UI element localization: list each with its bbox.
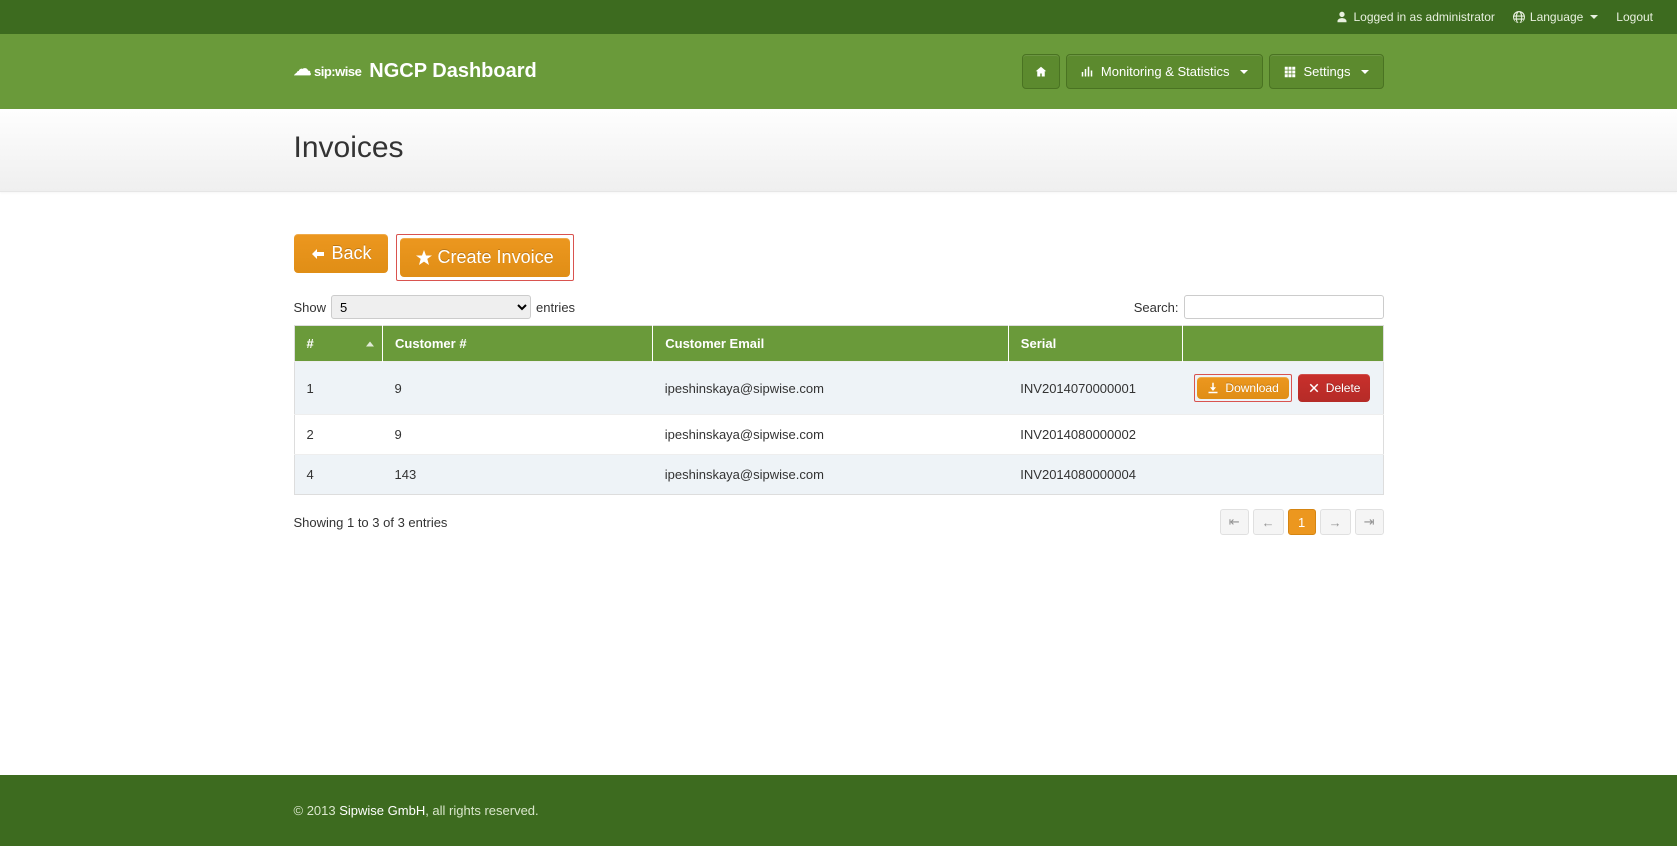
page-title: Invoices	[294, 131, 1384, 165]
cell-email: ipeshinskaya@sipwise.com	[653, 415, 1009, 455]
cell-customer: 9	[383, 415, 653, 455]
topbar: Logged in as administrator Language Logo…	[0, 0, 1677, 34]
footer-company-link[interactable]: Sipwise GmbH	[339, 803, 425, 818]
cell-actions	[1182, 455, 1383, 495]
table-header-row: # Customer # Customer Email Serial	[294, 326, 1383, 362]
grid-icon	[1284, 66, 1296, 78]
col-customer[interactable]: Customer #	[383, 326, 653, 362]
main-nav: Monitoring & Statistics Settings	[1022, 54, 1384, 89]
cell-actions: Download Delete	[1182, 362, 1383, 415]
cell-serial: INV2014080000002	[1008, 415, 1182, 455]
entries-label: entries	[536, 300, 575, 315]
pager-next[interactable]: →	[1320, 509, 1351, 535]
download-button[interactable]: Download	[1197, 377, 1288, 399]
title-area: Invoices	[0, 109, 1677, 192]
star-icon	[416, 250, 432, 266]
col-email-label: Customer Email	[665, 336, 764, 351]
monitoring-menu[interactable]: Monitoring & Statistics	[1066, 54, 1263, 89]
download-icon	[1207, 382, 1219, 394]
col-serial[interactable]: Serial	[1008, 326, 1182, 362]
home-icon	[1035, 66, 1047, 78]
language-label: Language	[1530, 10, 1583, 24]
cell-actions	[1182, 415, 1383, 455]
footer-prefix: © 2013	[294, 803, 340, 818]
table-row[interactable]: 1 9 ipeshinskaya@sipwise.com INV20140700…	[294, 362, 1383, 415]
header: ☁ sip:wise NGCP Dashboard Monitoring & S…	[0, 34, 1677, 109]
footer-suffix: , all rights reserved.	[425, 803, 538, 818]
col-id-label: #	[307, 336, 314, 351]
globe-icon	[1513, 11, 1525, 23]
delete-button[interactable]: Delete	[1298, 374, 1371, 402]
logout-label: Logout	[1616, 10, 1653, 24]
invoices-table: # Customer # Customer Email Serial	[294, 325, 1384, 495]
monitoring-label: Monitoring & Statistics	[1101, 64, 1230, 79]
create-label: Create Invoice	[438, 247, 554, 268]
back-label: Back	[332, 243, 372, 264]
pager: ⇤ ← 1 → ⇥	[1220, 509, 1384, 535]
chevron-down-icon	[1361, 70, 1369, 74]
chevron-down-icon	[1240, 70, 1248, 74]
logged-in-text: Logged in as administrator	[1353, 10, 1494, 24]
action-bar: Back Create Invoice	[294, 234, 1384, 281]
settings-label: Settings	[1304, 64, 1351, 79]
search-label: Search:	[1134, 300, 1179, 315]
datatable-controls: Show 5 entries Search:	[294, 295, 1384, 319]
datatable-footer: Showing 1 to 3 of 3 entries ⇤ ← 1 → ⇥	[294, 509, 1384, 535]
back-button[interactable]: Back	[294, 234, 388, 273]
logout-link[interactable]: Logout	[1616, 10, 1653, 24]
page-size-select[interactable]: 5	[331, 295, 531, 319]
col-actions	[1182, 326, 1383, 362]
col-email[interactable]: Customer Email	[653, 326, 1009, 362]
search-input[interactable]	[1184, 295, 1384, 319]
home-button[interactable]	[1022, 54, 1060, 89]
table-row[interactable]: 4 143 ipeshinskaya@sipwise.com INV201408…	[294, 455, 1383, 495]
cell-serial: INV2014080000004	[1008, 455, 1182, 495]
create-highlight: Create Invoice	[396, 234, 574, 281]
brand-title: NGCP Dashboard	[369, 60, 536, 83]
brand-logo: ☁ sip:wise	[294, 64, 362, 79]
pager-last[interactable]: ⇥	[1355, 509, 1384, 535]
download-label: Download	[1225, 381, 1278, 395]
cell-customer: 143	[383, 455, 653, 495]
delete-label: Delete	[1326, 381, 1361, 395]
bars-icon	[1081, 66, 1093, 78]
col-serial-label: Serial	[1021, 336, 1056, 351]
brand-logo-text: sip:wise	[314, 64, 361, 79]
cell-serial: INV2014070000001	[1008, 362, 1182, 415]
close-icon	[1308, 382, 1320, 394]
cell-email: ipeshinskaya@sipwise.com	[653, 362, 1009, 415]
language-menu[interactable]: Language	[1513, 10, 1598, 24]
download-highlight: Download	[1194, 374, 1291, 402]
col-id[interactable]: #	[294, 326, 383, 362]
pager-first[interactable]: ⇤	[1220, 509, 1249, 535]
logged-in-status: Logged in as administrator	[1336, 10, 1494, 24]
table-row[interactable]: 2 9 ipeshinskaya@sipwise.com INV20140800…	[294, 415, 1383, 455]
cell-id: 4	[294, 455, 383, 495]
datatable-info: Showing 1 to 3 of 3 entries	[294, 515, 448, 530]
cell-id: 1	[294, 362, 383, 415]
cell-customer: 9	[383, 362, 653, 415]
pager-prev[interactable]: ←	[1253, 509, 1284, 535]
brand[interactable]: ☁ sip:wise NGCP Dashboard	[294, 60, 537, 83]
show-label: Show	[294, 300, 327, 315]
arrow-left-icon	[310, 246, 326, 262]
col-customer-label: Customer #	[395, 336, 467, 351]
sort-asc-icon	[366, 341, 374, 346]
create-invoice-button[interactable]: Create Invoice	[400, 238, 570, 277]
user-icon	[1336, 11, 1348, 23]
pager-page-1[interactable]: 1	[1288, 509, 1316, 535]
settings-menu[interactable]: Settings	[1269, 54, 1384, 89]
chevron-down-icon	[1590, 15, 1598, 19]
main-content: Back Create Invoice Show 5 entries Searc…	[294, 192, 1384, 775]
cell-email: ipeshinskaya@sipwise.com	[653, 455, 1009, 495]
cell-id: 2	[294, 415, 383, 455]
page-footer: © 2013 Sipwise GmbH, all rights reserved…	[0, 775, 1677, 846]
